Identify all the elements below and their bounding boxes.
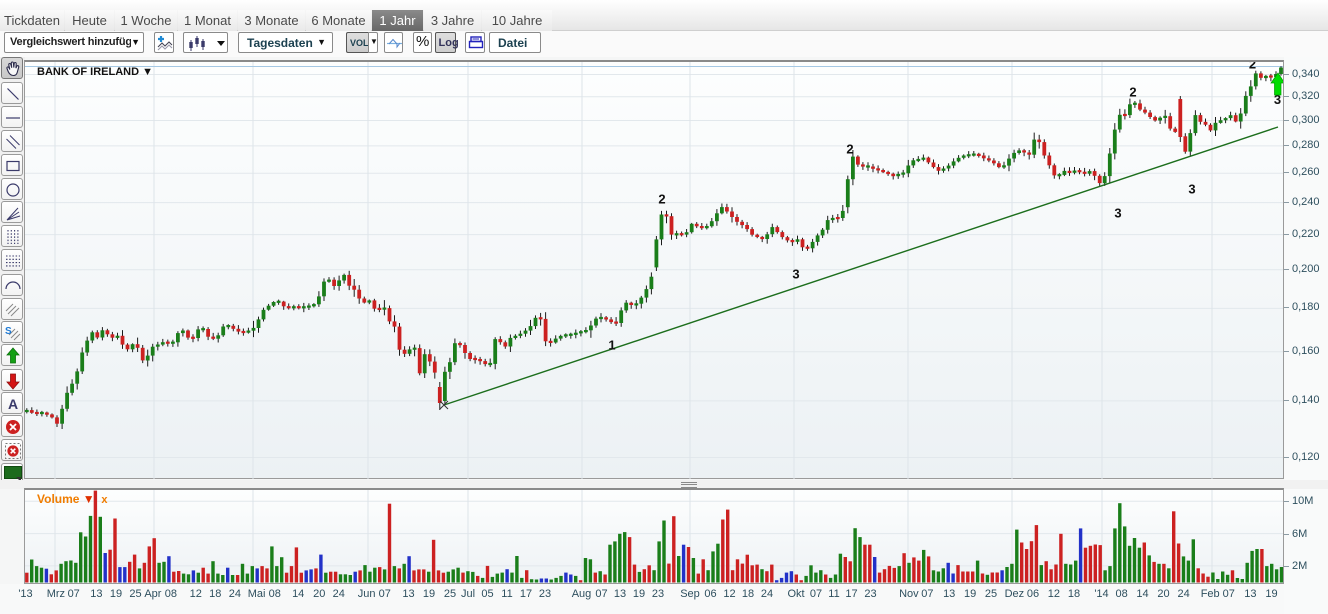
svg-text:2: 2 (658, 192, 665, 207)
svg-text:2: 2 (1129, 85, 1136, 100)
svg-text:2: 2 (846, 142, 853, 157)
svg-text:2: 2 (1249, 62, 1256, 72)
svg-text:S: S (5, 326, 12, 337)
svg-text:3: 3 (1188, 182, 1195, 197)
svg-text:BANK OF IRELAND ▼: BANK OF IRELAND ▼ (37, 66, 153, 78)
svg-text:3: 3 (1114, 206, 1121, 221)
svg-text:A: A (8, 396, 18, 412)
svg-text:3: 3 (792, 267, 799, 282)
svg-text:1: 1 (608, 338, 615, 353)
